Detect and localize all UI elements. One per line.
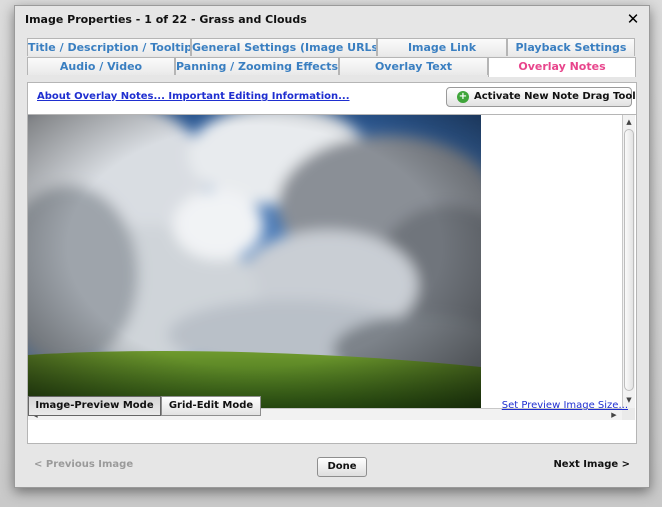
grid-edit-mode-button[interactable]: Grid-Edit Mode	[161, 396, 261, 416]
previous-image-button[interactable]: < Previous Image	[34, 459, 133, 470]
close-icon[interactable]: ✕	[625, 10, 641, 28]
vertical-scrollbar[interactable]: ▲ ▼	[622, 115, 635, 408]
scroll-up-arrow-icon[interactable]: ▲	[623, 116, 635, 128]
about-overlay-notes-link[interactable]: About Overlay Notes... Important Editing…	[37, 91, 350, 102]
tab-panning-zooming[interactable]: Panning / Zooming Effects	[175, 57, 339, 75]
tab-playback-settings[interactable]: Playback Settings	[507, 38, 635, 56]
activate-note-drag-tool-button[interactable]: + Activate New Note Drag Tool	[446, 87, 636, 107]
done-button[interactable]: Done	[317, 457, 367, 477]
image-preview-viewport[interactable]: ▲ ▼ ◀ ▶	[28, 114, 636, 420]
image-properties-dialog: Image Properties - 1 of 22 - Grass and C…	[14, 5, 650, 488]
tab-overlay-notes[interactable]: Overlay Notes	[488, 57, 636, 77]
tab-title-description-tooltip[interactable]: Title / Description / Tooltip	[27, 38, 191, 56]
drag-tool-button-label: Activate New Note Drag Tool	[474, 91, 636, 102]
set-preview-image-size-link[interactable]: Set Preview Image Size...	[502, 400, 628, 411]
tab-image-link[interactable]: Image Link	[377, 38, 507, 56]
tab-audio-video[interactable]: Audio / Video	[27, 57, 175, 75]
grass-and-clouds-photo	[28, 115, 481, 408]
image-preview-mode-button[interactable]: Image-Preview Mode	[28, 396, 161, 416]
dialog-title: Image Properties - 1 of 22 - Grass and C…	[25, 13, 307, 26]
next-image-button[interactable]: Next Image >	[553, 459, 630, 470]
tab-general-settings[interactable]: General Settings (Image URLs)	[191, 38, 377, 56]
tab-overlay-text[interactable]: Overlay Text	[339, 57, 488, 75]
vertical-scroll-thumb[interactable]	[624, 129, 634, 391]
dialog-titlebar: Image Properties - 1 of 22 - Grass and C…	[15, 6, 649, 34]
plus-circle-icon: +	[457, 91, 469, 103]
overlay-notes-panel: About Overlay Notes... Important Editing…	[27, 82, 637, 444]
